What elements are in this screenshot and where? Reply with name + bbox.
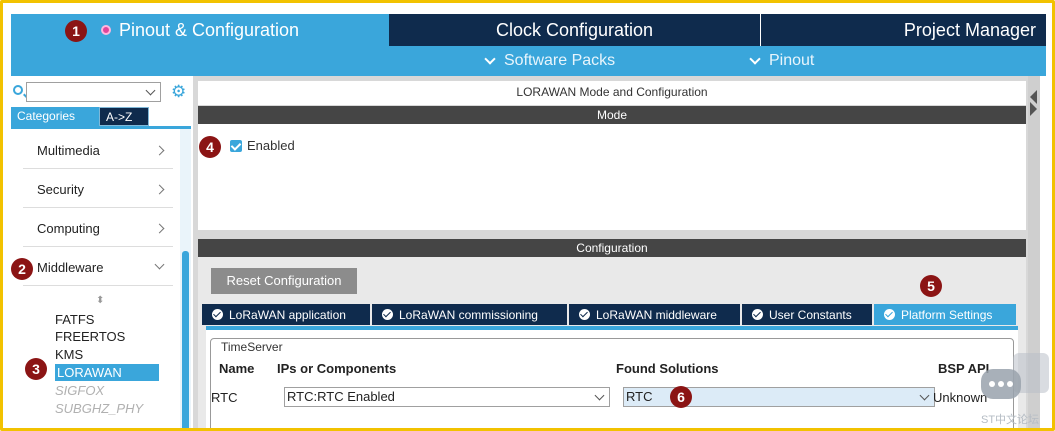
column-header-found: Found Solutions — [616, 361, 719, 376]
tab-a-z[interactable]: A->Z — [99, 107, 149, 126]
tab-project-manager[interactable]: Project Manager — [761, 14, 1046, 46]
list-item-freertos[interactable]: FREERTOS — [55, 328, 125, 345]
enabled-label: Enabled — [247, 138, 295, 153]
check-circle-icon — [579, 309, 590, 320]
list-item-lorawan[interactable]: LORAWAN — [55, 364, 159, 381]
tab-clock-label: Clock Configuration — [495, 19, 654, 40]
callout-badge: 3 — [25, 358, 47, 380]
callout-badge: 1 — [65, 20, 87, 42]
chevron-right-icon — [154, 184, 165, 195]
tab-lorawan-application[interactable]: LoRaWAN application — [202, 304, 370, 325]
main-panel: LORAWAN Mode and Configuration Mode Enab… — [193, 76, 1040, 428]
timeserver-legend: TimeServer — [219, 340, 285, 354]
app-window: Pinout & Configuration Clock Configurati… — [0, 0, 1055, 431]
tab-label: Platform Settings — [901, 307, 993, 322]
tab-platform-settings[interactable]: Platform Settings — [874, 304, 1016, 325]
tab-categories[interactable]: Categories — [11, 107, 99, 126]
collapse-expand-icon[interactable] — [1030, 86, 1038, 116]
sort-icon[interactable]: ⬍ — [96, 295, 104, 306]
column-header-ips: IPs or Components — [277, 361, 397, 376]
chevron-down-icon — [594, 390, 605, 401]
bsp-api-value: Unknown — [933, 390, 988, 405]
configuration-header: Configuration — [198, 239, 1026, 257]
chevron-down-icon — [484, 52, 496, 65]
watermark-text: ST中文论坛 — [981, 414, 1040, 426]
category-computing[interactable]: Computing — [23, 211, 173, 247]
check-circle-icon — [752, 309, 763, 320]
chevron-right-icon — [154, 223, 165, 234]
sub-menu-bar: Software Packs Pinout — [11, 46, 1046, 76]
list-item-subghz-phy: SUBGHZ_PHY — [55, 401, 144, 416]
category-multimedia[interactable]: Multimedia — [23, 133, 173, 169]
search-row: ⚙ — [11, 82, 191, 102]
tab-project-label: Project Manager — [903, 19, 1036, 40]
software-packs-label: Software Packs — [504, 52, 616, 69]
category-label: Middleware — [37, 260, 104, 275]
category-label: Computing — [37, 221, 100, 236]
category-security[interactable]: Security — [23, 172, 173, 208]
pinout-menu-label: Pinout — [769, 52, 815, 69]
mode-panel: Enabled — [198, 124, 1026, 230]
tab-label: LoRaWAN application — [229, 307, 346, 322]
category-label: Multimedia — [37, 143, 100, 158]
chevron-down-icon — [749, 52, 761, 65]
page-title: LORAWAN Mode and Configuration — [198, 81, 1026, 105]
chevron-down-icon — [154, 259, 165, 270]
tab-label: User Constants — [769, 307, 852, 322]
category-middleware[interactable]: Middleware — [23, 250, 173, 286]
chevron-right-icon — [154, 145, 165, 156]
list-item-sigfox: SIGFOX — [55, 383, 105, 398]
callout-badge: 4 — [199, 136, 221, 158]
status-dot-icon — [100, 25, 111, 35]
check-circle-icon — [382, 309, 393, 320]
chat-bubble-icon — [981, 369, 1021, 399]
software-packs-menu[interactable]: Software Packs — [484, 52, 616, 70]
ips-select[interactable]: RTC:RTC Enabled — [284, 387, 610, 407]
check-circle-icon — [212, 309, 223, 320]
top-tab-bar: Pinout & Configuration Clock Configurati… — [11, 14, 1046, 46]
timeserver-group: TimeServer Name IPs or Components Found … — [210, 338, 1014, 428]
callout-badge: 2 — [11, 258, 33, 280]
mode-header: Mode — [198, 106, 1026, 124]
tab-user-constants[interactable]: User Constants — [742, 304, 872, 325]
row-name: RTC — [211, 390, 238, 405]
tab-label: LoRaWAN commissioning — [399, 307, 538, 322]
configuration-panel: Reset Configuration LoRaWAN application … — [198, 257, 1026, 428]
reset-configuration-button[interactable]: Reset Configuration — [211, 268, 357, 294]
chevron-down-icon[interactable] — [145, 85, 156, 96]
sidebar-scroll-thumb[interactable] — [182, 251, 189, 428]
category-label: Security — [37, 182, 84, 197]
pinout-menu[interactable]: Pinout — [749, 52, 815, 70]
tab-label: LoRaWAN middleware — [596, 307, 717, 322]
column-header-bsp: BSP API — [938, 361, 990, 376]
found-select-value: RTC — [626, 389, 653, 404]
category-tabs: Categories A->Z — [11, 107, 149, 126]
gear-icon[interactable]: ⚙ — [171, 83, 186, 101]
tab-pinout-label: Pinout & Configuration — [118, 19, 300, 40]
chevron-down-icon — [919, 390, 930, 401]
check-circle-icon — [884, 309, 895, 320]
tab-lorawan-commissioning[interactable]: LoRaWAN commissioning — [372, 304, 567, 325]
callout-badge: 5 — [920, 275, 942, 297]
parameter-tabs: LoRaWAN application LoRaWAN commissionin… — [202, 304, 1018, 325]
list-item-kms[interactable]: KMS — [55, 346, 83, 363]
list-item-fatfs[interactable]: FATFS — [55, 311, 94, 328]
search-icon[interactable] — [13, 85, 23, 95]
column-header-name: Name — [219, 361, 255, 376]
platform-settings-panel: TimeServer Name IPs or Components Found … — [206, 326, 1018, 428]
search-input[interactable] — [26, 82, 161, 102]
callout-badge: 6 — [670, 386, 692, 408]
tab-lorawan-middleware[interactable]: LoRaWAN middleware — [569, 304, 740, 325]
tab-clock-configuration[interactable]: Clock Configuration — [389, 14, 761, 46]
ips-select-value: RTC:RTC Enabled — [287, 389, 395, 404]
enabled-checkbox[interactable] — [230, 140, 242, 152]
